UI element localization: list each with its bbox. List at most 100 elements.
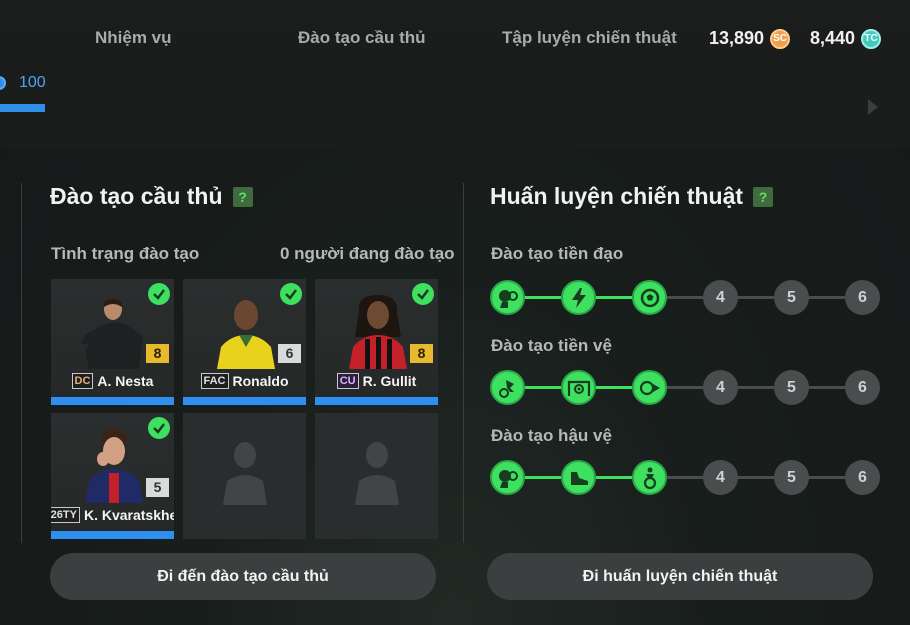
player-training-title: Đào tạo cầu thủ ?: [50, 183, 253, 210]
empty-slot-silhouette-icon: [223, 442, 267, 505]
player-portrait: [349, 295, 407, 369]
tab-tactical-training[interactable]: Tập luyện chiến thuật: [502, 28, 677, 48]
season-badge: 26TY: [51, 507, 80, 523]
track-midfield: 4 5 6: [490, 370, 880, 406]
locked-level-node[interactable]: 6: [845, 280, 880, 315]
go-to-player-training-button[interactable]: Đi đến đào tạo cầu thủ: [50, 553, 436, 600]
season-badge: CU: [336, 373, 359, 389]
track-link: [737, 386, 774, 389]
empty-training-slot[interactable]: [315, 413, 438, 539]
sc-currency: 13,890 SC: [709, 28, 791, 49]
player-name-row: FAC Ronaldo: [183, 373, 306, 389]
season-badge: FAC: [200, 373, 229, 389]
ball-icon[interactable]: [632, 280, 667, 315]
check-icon: [148, 283, 170, 305]
track-link: [808, 476, 845, 479]
training-progress-bar: [315, 397, 438, 405]
player-portrait: [85, 428, 143, 503]
track-link: [524, 386, 561, 389]
locked-level-node[interactable]: 5: [774, 280, 809, 315]
track-link: [737, 476, 774, 479]
locked-level-node[interactable]: 4: [703, 460, 738, 495]
empty-slot-silhouette-icon: [355, 442, 399, 505]
player-name-row: 26TY K. Kvaratskhe: [51, 507, 174, 523]
check-icon: [148, 417, 170, 439]
tab-player-training[interactable]: Đào tạo cầu thủ: [298, 28, 426, 48]
training-status-label: Tình trạng đào tạo: [51, 244, 200, 263]
check-icon: [412, 283, 434, 305]
boot-icon[interactable]: [561, 460, 596, 495]
player-name-row: CU R. Gullit: [315, 373, 438, 389]
player-name: K. Kvaratskhe: [83, 507, 174, 523]
tc-currency: 8,440 TC: [810, 28, 882, 49]
track-link: [595, 476, 632, 479]
player-card-nesta[interactable]: 8 DC A. Nesta: [51, 279, 174, 405]
help-icon[interactable]: ?: [232, 186, 253, 207]
season-badge: DC: [71, 373, 94, 389]
header-ball-icon[interactable]: [490, 280, 525, 315]
level-badge: 8: [410, 344, 433, 363]
track-link: [595, 296, 632, 299]
help-icon[interactable]: ?: [753, 186, 774, 207]
training-progress-bar: [51, 397, 174, 405]
locked-level-node[interactable]: 6: [845, 370, 880, 405]
player-card-kvaratskhelia[interactable]: 5 26TY K. Kvaratskhe: [51, 413, 174, 539]
tc-amount: 8,440: [810, 28, 856, 48]
goal-target-icon[interactable]: [561, 370, 596, 405]
progress-row: 100: [0, 74, 910, 148]
track-link: [524, 296, 561, 299]
header-ball-icon[interactable]: [490, 460, 525, 495]
empty-training-slot[interactable]: [183, 413, 306, 539]
locked-level-node[interactable]: 5: [774, 460, 809, 495]
divider: [21, 183, 22, 543]
training-status-count: 0 người đang đào tạo: [280, 244, 455, 263]
level-badge: 8: [146, 344, 169, 363]
player-name: Ronaldo: [232, 373, 289, 389]
player-card-gullit[interactable]: 8 CU R. Gullit: [315, 279, 438, 405]
player-ball-icon[interactable]: [632, 460, 667, 495]
locked-level-node[interactable]: 5: [774, 370, 809, 405]
locked-level-node[interactable]: 4: [703, 280, 738, 315]
track-link: [737, 296, 774, 299]
track-defense: 4 5 6: [490, 460, 880, 496]
track-link: [666, 296, 703, 299]
progress-value: 100: [19, 74, 46, 91]
locked-level-node[interactable]: 4: [703, 370, 738, 405]
next-arrow-icon[interactable]: [868, 99, 878, 115]
tab-missions[interactable]: Nhiệm vụ: [95, 28, 172, 48]
track-title-forward: Đào tạo tiền đạo: [491, 244, 624, 263]
locked-level-node[interactable]: 6: [845, 460, 880, 495]
player-name: R. Gullit: [362, 373, 417, 389]
track-link: [808, 296, 845, 299]
sc-coin-icon: SC: [770, 28, 791, 49]
track-link: [595, 386, 632, 389]
track-title-midfield: Đào tạo tiền vệ: [491, 336, 612, 355]
tc-coin-icon: TC: [861, 28, 882, 49]
go-to-tactical-training-button[interactable]: Đi huấn luyện chiến thuật: [487, 553, 873, 600]
track-forward: 4 5 6: [490, 280, 880, 316]
lightning-icon[interactable]: [561, 280, 596, 315]
tactical-training-title: Huấn luyện chiến thuật ?: [490, 183, 774, 210]
level-badge: 5: [146, 478, 169, 497]
pass-ball-icon[interactable]: [632, 370, 667, 405]
progress-bar: [0, 104, 45, 112]
kick-ball-icon[interactable]: [490, 370, 525, 405]
track-link: [808, 386, 845, 389]
track-title-defense: Đào tạo hậu vệ: [491, 426, 612, 445]
progress-marker: [0, 76, 6, 90]
track-link: [524, 476, 561, 479]
player-portrait: [217, 300, 275, 369]
level-badge: 6: [278, 344, 301, 363]
training-progress-bar: [183, 397, 306, 405]
player-card-ronaldo[interactable]: 6 FAC Ronaldo: [183, 279, 306, 405]
player-training-title-text: Đào tạo cầu thủ: [50, 183, 223, 209]
check-icon: [280, 283, 302, 305]
sc-amount: 13,890: [709, 28, 765, 48]
track-link: [666, 476, 703, 479]
divider: [463, 183, 464, 543]
player-portrait: [81, 298, 143, 369]
top-navigation: Nhiệm vụ Đào tạo cầu thủ Tập luyện chiến…: [0, 0, 910, 76]
training-progress-bar: [51, 531, 174, 539]
player-name-row: DC A. Nesta: [51, 373, 174, 389]
track-link: [666, 386, 703, 389]
